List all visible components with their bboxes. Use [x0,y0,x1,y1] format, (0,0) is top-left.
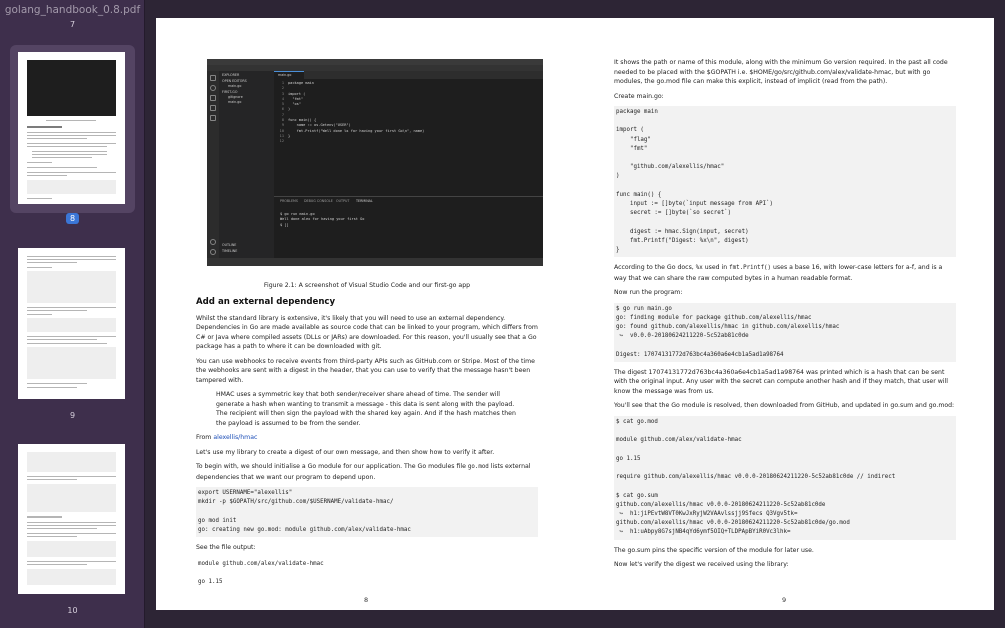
paragraph: See the file output: [196,544,256,552]
page-number: 8 [364,596,369,604]
editor-tab: main.go [274,71,304,79]
section-heading: Add an external dependency [196,296,336,307]
document-filename: golang_handbook_0.8.pdf [4,4,141,16]
vscode-explorer: EXPLORER OPEN EDITORS main.go FIRST-GO g… [219,71,274,258]
code-block: module github.com/alex/validate-hmac go … [196,557,538,590]
terminal-output: $ go run main.go Well done alex for havi… [280,212,365,227]
page-spread: EXPLORER OPEN EDITORS main.go FIRST-GO g… [156,18,994,610]
vscode-screenshot-figure: EXPLORER OPEN EDITORS main.go FIRST-GO g… [207,59,543,266]
source-control-icon [210,95,216,101]
alexellis-hmac-link[interactable]: alexellis/hmac [213,434,257,441]
vscode-editor: main.go 1 2 3 4 5 6 7 8 9 10 11 12 packa… [274,71,543,196]
gear-icon [210,249,216,255]
source-line: From alexellis/hmac [196,434,258,441]
code-block: export USERNAME="alexellis" mkdir -p $GO… [196,487,538,538]
account-icon [210,239,216,245]
paragraph: Whilst the standard library is extensive… [196,314,538,351]
figure-caption: Figure 2.1: A screenshot of Visual Studi… [263,282,471,289]
paragraph: The go.sum pins the specific version of … [614,546,814,554]
paragraph: You can use webhooks to receive events f… [196,357,535,384]
code-block: $ go run main.go go: finding module for … [614,302,956,362]
paragraph: According to the Go docs, %x used in fmt… [614,264,943,282]
editor-code: package main import ( "fmt" "os" ) func … [288,81,425,138]
blockquote: HMAC uses a symmetric key that both send… [216,391,516,427]
outline-label: OUTLINE [222,243,237,247]
page-number: 9 [782,596,787,604]
paragraph: You'll see that the Go module is resolve… [614,402,955,410]
paragraph: Now let's verify the digest we received … [614,561,789,569]
line-numbers: 1 2 3 4 5 6 7 8 9 10 11 12 [279,81,284,144]
thumbnail-page-number: 7 [69,20,76,29]
paragraph: To begin with, we should initialise a Go… [196,463,531,481]
thumbnail-page-10[interactable] [18,444,125,594]
vscode-statusbar [207,258,543,266]
paragraph: The digest 17074131772d763bc4a360a6e4cb1… [614,368,948,395]
timeline-label: TIMELINE [222,249,238,253]
debug-icon [210,105,216,111]
left-page-body: Figure 2.1: A screenshot of Visual Studi… [196,274,538,595]
thumbnail-screenshot [27,60,116,116]
paragraph: Now run the program: [614,289,683,297]
explorer-file: main.go [228,100,242,104]
paragraph: Create main.go: [614,92,664,100]
thumbnail-page-number: 10 [67,606,78,615]
thumbnail-page-8[interactable] [18,52,125,204]
explorer-label: EXPLORER [222,73,240,77]
search-icon [210,85,216,91]
code-block: $ cat go.mod module github.com/alex/vali… [614,415,956,540]
paragraph: Let's use my library to create a digest … [196,448,495,456]
paragraph: It shows the path or name of this module… [614,59,948,85]
code-block: package main import ( "flag" "fmt" "gith… [614,106,956,258]
thumbnail-page-9[interactable] [18,248,125,399]
extensions-icon [210,115,216,121]
thumbnail-page-number: 9 [69,411,76,420]
files-icon [210,75,216,81]
thumbnail-sidebar: golang_handbook_0.8.pdf 7 8 9 10 [0,0,145,628]
open-editor-file: main.go [228,84,242,88]
vscode-terminal-panel: PROBLEMS DEBUG CONSOLE OUTPUT TERMINAL $… [274,196,543,258]
right-page-body: It shows the path or name of this module… [614,58,956,575]
vscode-activity-bar [207,71,219,258]
document-viewer[interactable]: EXPLORER OPEN EDITORS main.go FIRST-GO g… [146,0,1005,628]
thumbnail-page-number-selected: 8 [0,213,144,224]
